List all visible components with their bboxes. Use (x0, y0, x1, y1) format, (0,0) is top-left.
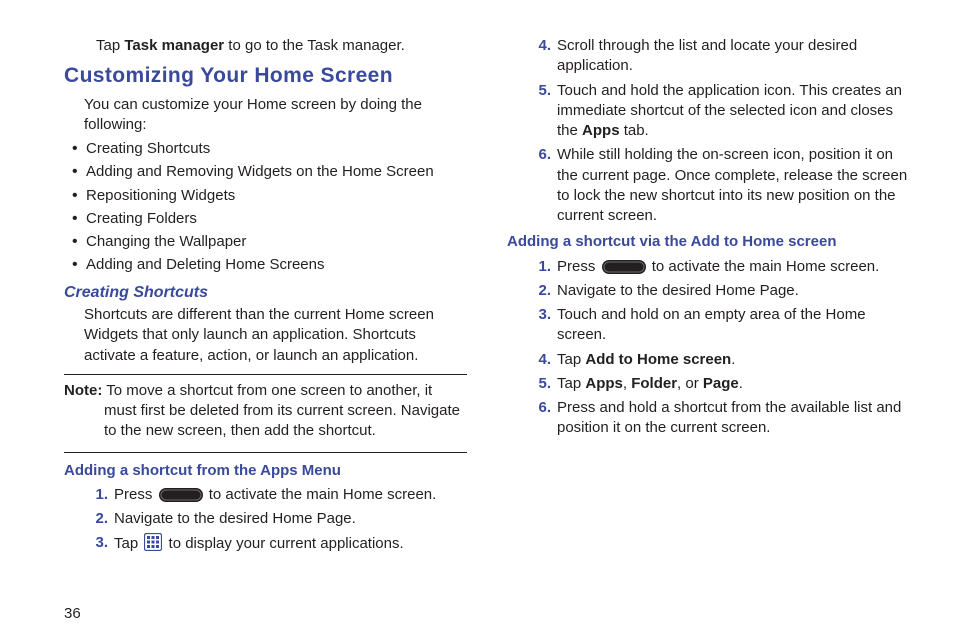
bullet-text: Creating Shortcuts (86, 140, 210, 157)
step-text: . (731, 351, 735, 368)
bullet-text: Changing the Wallpaper (86, 233, 246, 250)
step-text: , (623, 375, 631, 392)
step-text: Press and hold a shortcut from the avail… (557, 399, 901, 436)
step-bold: Folder (631, 375, 677, 392)
bullet-text: Adding and Removing Widgets on the Home … (86, 163, 434, 180)
step-text: Tap (557, 375, 585, 392)
list-item: Adding and Removing Widgets on the Home … (72, 162, 467, 182)
heading-apps-menu: Adding a shortcut from the Apps Menu (64, 461, 467, 481)
step-bold: Apps (582, 122, 620, 139)
customize-bullets: Creating Shortcuts Adding and Removing W… (64, 139, 467, 276)
step-text: While still holding the on-screen icon, … (557, 146, 907, 224)
step-text: Touch and hold on an empty area of the H… (557, 306, 866, 343)
step-text: Scroll through the list and locate your … (557, 37, 857, 74)
note-label: Note: (64, 382, 102, 399)
list-item: Adding and Deleting Home Screens (72, 255, 467, 275)
step-text: Tap (557, 351, 585, 368)
step-text: Navigate to the desired Home Page. (114, 510, 356, 527)
step-text: to activate the main Home screen. (209, 486, 437, 503)
page-container: Tap Task manager to go to the Task manag… (0, 0, 954, 576)
page-number: 36 (64, 604, 81, 624)
step-text: to display your current applications. (169, 535, 404, 552)
step-text: tab. (620, 122, 649, 139)
intro-line: Tap Task manager to go to the Task manag… (96, 36, 467, 56)
note-body-text: To move a shortcut from one screen to an… (102, 382, 460, 440)
intro-bold: Task manager (124, 37, 224, 54)
step-bold: Add to Home screen (585, 351, 731, 368)
heading-add-home: Adding a shortcut via the Add to Home sc… (507, 232, 910, 252)
step-bold: Apps (585, 375, 623, 392)
step-item: Touch and hold the application icon. Thi… (531, 81, 910, 142)
bullet-text: Adding and Deleting Home Screens (86, 256, 324, 273)
step-text: to activate the main Home screen. (652, 258, 880, 275)
customize-intro: You can customize your Home screen by do… (84, 95, 467, 136)
list-item: Changing the Wallpaper (72, 232, 467, 252)
step-text: Press (114, 486, 157, 503)
step-text: Tap (114, 535, 142, 552)
step-item: Tap to display your current applications… (88, 533, 467, 554)
shortcuts-intro: Shortcuts are different than the current… (84, 305, 467, 366)
step-text: , or (677, 375, 703, 392)
step-item: Navigate to the desired Home Page. (88, 509, 467, 529)
home-button-icon (159, 488, 203, 502)
heading-creating-shortcuts: Creating Shortcuts (64, 282, 467, 304)
apps-grid-icon (144, 533, 162, 551)
list-item: Creating Shortcuts (72, 139, 467, 159)
intro-post: to go to the Task manager. (224, 37, 405, 54)
step-item: Touch and hold on an empty area of the H… (531, 305, 910, 346)
step-item: Tap Apps, Folder, or Page. (531, 374, 910, 394)
step-text: Press (557, 258, 600, 275)
step-item: Press and hold a shortcut from the avail… (531, 398, 910, 439)
step-text: . (739, 375, 743, 392)
intro-pre: Tap (96, 37, 124, 54)
note-block: Note: To move a shortcut from one screen… (64, 374, 467, 453)
steps-add-home: Press to activate the main Home screen. … (531, 257, 910, 439)
list-item: Repositioning Widgets (72, 186, 467, 206)
step-item: While still holding the on-screen icon, … (531, 145, 910, 226)
bullet-text: Repositioning Widgets (86, 187, 235, 204)
step-bold: Page (703, 375, 739, 392)
step-item: Tap Add to Home screen. (531, 350, 910, 370)
step-item: Scroll through the list and locate your … (531, 36, 910, 77)
note-text: Note: To move a shortcut from one screen… (104, 381, 467, 442)
heading-customize: Customizing Your Home Screen (64, 62, 467, 90)
list-item: Creating Folders (72, 209, 467, 229)
step-item: Press to activate the main Home screen. (531, 257, 910, 277)
step-item: Navigate to the desired Home Page. (531, 281, 910, 301)
home-button-icon (602, 260, 646, 274)
step-item: Press to activate the main Home screen. (88, 485, 467, 505)
bullet-text: Creating Folders (86, 210, 197, 227)
step-text: Navigate to the desired Home Page. (557, 282, 799, 299)
